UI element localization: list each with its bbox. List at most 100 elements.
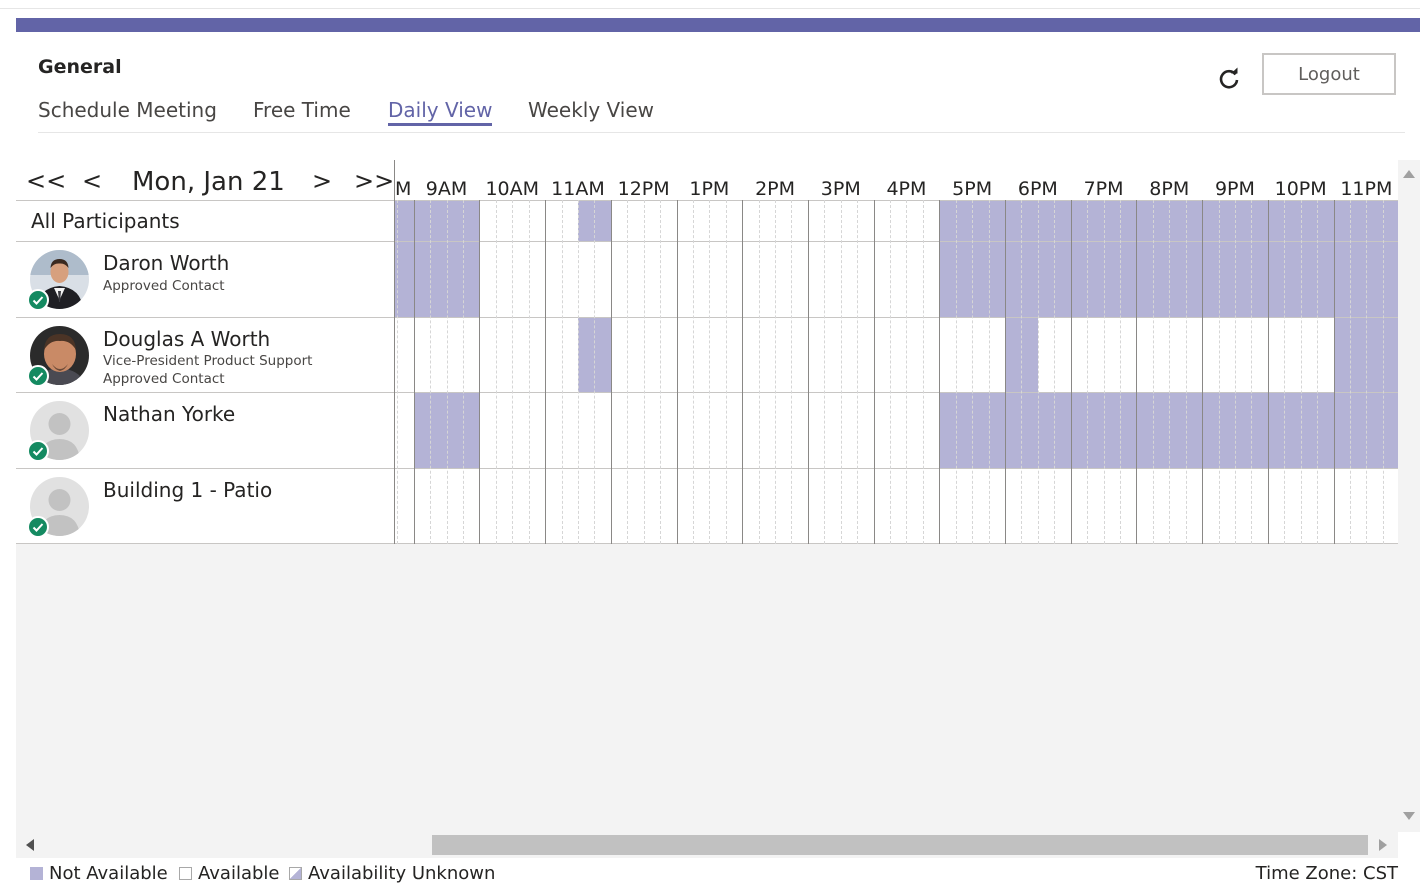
participant-row[interactable]: Building 1 - Patio <box>16 468 394 544</box>
hour-label: 4PM <box>886 178 927 200</box>
logout-button[interactable]: Logout <box>1262 53 1396 95</box>
timezone-label: Time Zone: CST <box>1255 863 1398 884</box>
hour-label: 1PM <box>689 178 730 200</box>
hour-label: 3PM <box>820 178 861 200</box>
top-border <box>0 8 1420 9</box>
quarter-gridline <box>1054 200 1056 544</box>
quarter-gridline <box>824 200 826 544</box>
legend-label: Available <box>198 863 280 884</box>
legend-label: Availability Unknown <box>308 863 496 884</box>
accent-bar <box>16 18 1420 32</box>
previous-day-button[interactable]: < <box>82 166 102 196</box>
quarter-gridline <box>1185 200 1187 544</box>
participant-detail: Approved Contact <box>103 278 225 294</box>
scroll-right-icon[interactable] <box>1379 839 1387 851</box>
hour-label: 11AM <box>551 178 605 200</box>
refresh-icon[interactable] <box>1216 66 1242 92</box>
quarter-gridline <box>972 200 974 544</box>
hour-gridline <box>1267 200 1269 544</box>
scroll-left-icon[interactable] <box>26 839 34 851</box>
hour-gridline <box>939 200 941 544</box>
check-circle-icon <box>27 289 49 311</box>
hour-label: 7PM <box>1083 178 1124 200</box>
last-page-button[interactable]: >> <box>354 166 394 196</box>
date-navigation: << < Mon, Jan 21 > >> <box>16 160 394 200</box>
all-participants-label: All Participants <box>31 209 180 233</box>
participant-name: Daron Worth <box>103 251 230 275</box>
hour-label: 6PM <box>1017 178 1058 200</box>
tab-weekly-view[interactable]: Weekly View <box>528 98 654 122</box>
quarter-gridline <box>594 200 596 544</box>
participant-name: Nathan Yorke <box>103 402 236 426</box>
tab-schedule-meeting[interactable]: Schedule Meeting <box>38 98 217 122</box>
check-circle-icon <box>27 516 49 538</box>
hour-gridline <box>1136 200 1138 544</box>
quarter-gridline <box>462 200 464 544</box>
hour-label: 11PM <box>1340 178 1393 200</box>
hour-gridline <box>479 200 481 544</box>
quarter-gridline <box>512 200 514 544</box>
tab-daily-view[interactable]: Daily View <box>388 98 493 126</box>
horizontal-scrollbar[interactable] <box>16 832 1398 858</box>
hour-gridline <box>1005 200 1006 544</box>
quarter-gridline <box>561 200 563 544</box>
quarter-gridline <box>446 200 448 544</box>
hour-gridline <box>1333 200 1335 544</box>
hour-gridline <box>1070 200 1072 544</box>
quarter-gridline <box>725 200 727 544</box>
check-circle-icon <box>27 365 49 387</box>
quarter-gridline <box>1251 200 1253 544</box>
quarter-gridline <box>643 200 645 544</box>
hour-label: 9AM <box>425 178 468 200</box>
hour-label: 9PM <box>1214 178 1255 200</box>
participant-detail: Approved Contact <box>103 371 225 387</box>
app-window: General Schedule Meeting Free Time Daily… <box>16 18 1420 895</box>
quarter-gridline <box>709 200 711 544</box>
hour-gridline <box>610 200 612 544</box>
busy-swatch <box>30 867 43 880</box>
legend: Not Available Available Availability Unk… <box>16 858 1398 890</box>
participant-row[interactable]: Daron Worth Approved Contact <box>16 241 394 317</box>
hour-gridline <box>545 200 547 544</box>
quarter-gridline <box>660 200 662 544</box>
quarter-gridline <box>955 200 957 544</box>
current-date: Mon, Jan 21 <box>132 167 285 197</box>
hour-label: 12PM <box>617 178 670 200</box>
busy-block <box>395 242 480 317</box>
quarter-gridline <box>1234 200 1236 544</box>
next-day-button[interactable]: > <box>312 166 332 196</box>
quarter-gridline <box>627 200 629 544</box>
hour-gridline <box>742 200 744 544</box>
first-page-button[interactable]: << <box>26 166 66 196</box>
hour-gridline <box>807 200 809 544</box>
vertical-scrollbar[interactable] <box>1398 160 1420 832</box>
availability-grid[interactable]: M 9AM 10AM 11AM 12PM 1PM 2PM 3PM 4PM 5PM 6PM 7PM 8PM… <box>394 160 1398 544</box>
quarter-gridline <box>495 200 497 544</box>
quarter-gridline <box>1366 200 1368 544</box>
quarter-gridline <box>1103 200 1105 544</box>
scrollbar-thumb[interactable] <box>432 835 1368 855</box>
participant-row[interactable]: Douglas A Worth Vice-President Product S… <box>16 317 394 392</box>
hour-label: M <box>395 178 412 200</box>
hour-gridline <box>873 200 875 544</box>
hour-label: 10AM <box>485 178 540 200</box>
quarter-gridline <box>577 200 579 544</box>
hour-label: 2PM <box>755 178 796 200</box>
busy-block <box>395 201 480 241</box>
hour-gridline <box>413 200 415 544</box>
quarter-gridline <box>1284 200 1286 544</box>
quarter-gridline <box>430 200 432 544</box>
quarter-gridline <box>791 200 793 544</box>
quarter-gridline <box>890 200 892 544</box>
quarter-gridline <box>1152 200 1154 544</box>
quarter-gridline <box>988 200 990 544</box>
participant-name: Douglas A Worth <box>103 327 271 351</box>
scroll-up-icon[interactable] <box>1403 170 1415 178</box>
legend-unknown: Availability Unknown <box>289 863 495 884</box>
scroll-down-icon[interactable] <box>1403 812 1415 820</box>
quarter-gridline <box>1119 200 1121 544</box>
participant-row[interactable]: Nathan Yorke <box>16 392 394 468</box>
hour-label: 10PM <box>1274 178 1327 200</box>
tab-free-time[interactable]: Free Time <box>253 98 351 122</box>
legend-available: Available <box>179 863 279 884</box>
